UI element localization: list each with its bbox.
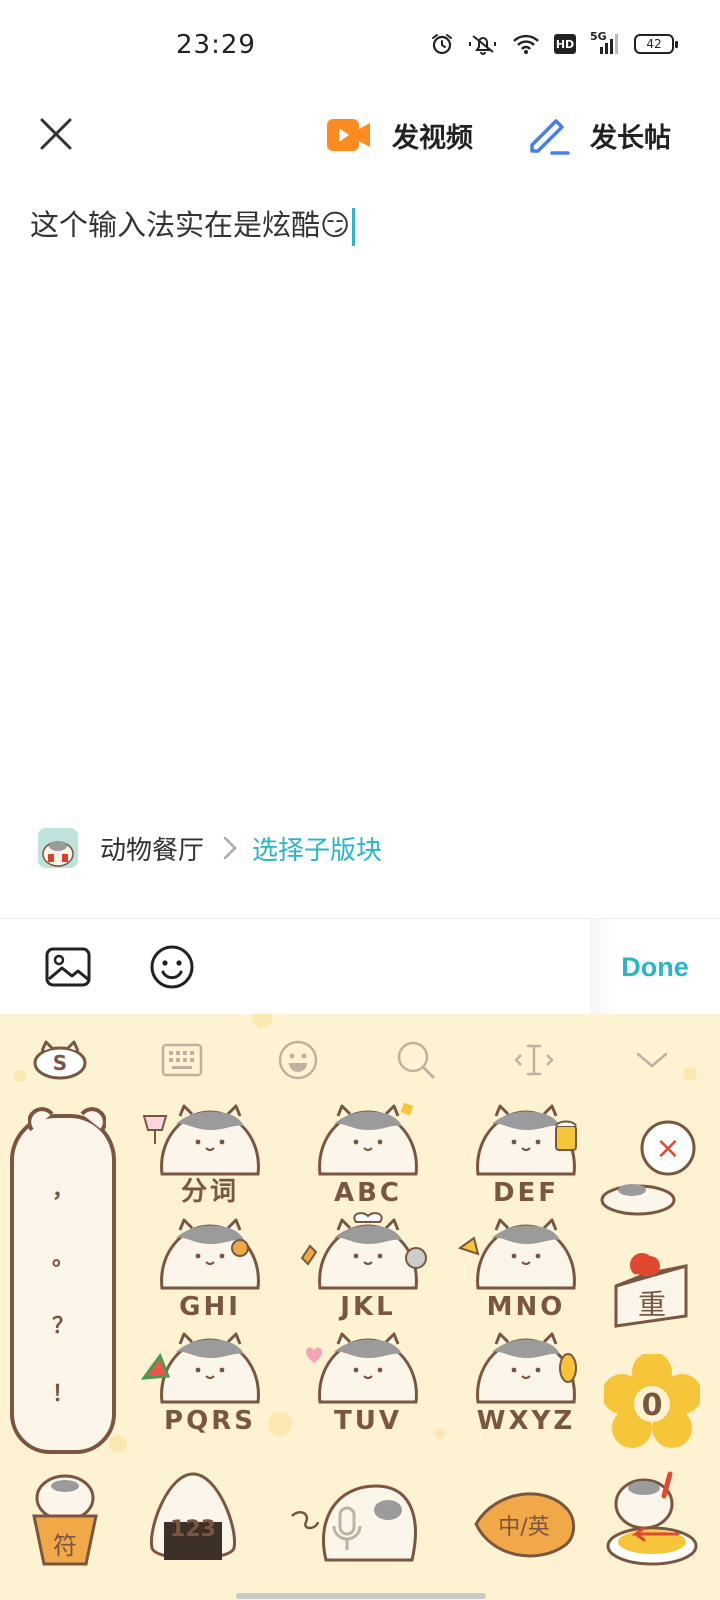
chevron-right-icon xyxy=(222,835,238,861)
home-indicator[interactable] xyxy=(236,1593,486,1599)
numbers-glyph: 123 xyxy=(170,1517,216,1542)
pen-icon xyxy=(530,119,570,155)
key-pqrs[interactable]: PQRS xyxy=(140,1324,280,1436)
enter-key[interactable] xyxy=(602,1464,702,1572)
keyboard-icon xyxy=(161,1043,203,1077)
key-abc[interactable]: ABC xyxy=(298,1096,438,1208)
smiley-icon xyxy=(150,945,194,989)
alarm-icon xyxy=(430,32,454,56)
compose-header: 发视频 发长帖 xyxy=(0,96,720,176)
post-video-label: 发视频 xyxy=(392,122,473,154)
punct-exclaim[interactable]: ！ xyxy=(52,1376,74,1408)
post-long-label: 发长帖 xyxy=(590,122,671,154)
signal-5g-icon: 5G xyxy=(590,30,620,56)
microphone-hamster-icon xyxy=(291,1484,417,1562)
smirk-emoji: 😏 xyxy=(320,208,351,242)
forum-avatar xyxy=(38,828,78,868)
close-icon xyxy=(40,118,72,150)
key-tuv-label: TUV xyxy=(334,1406,402,1436)
symbols-glyph: 符 xyxy=(53,1532,77,1560)
done-area: Done xyxy=(590,919,720,1015)
zero-glyph: 0 xyxy=(642,1388,663,1423)
sogou-logo-icon: S xyxy=(33,1040,87,1080)
status-bar: 23:29 HD 5G 42 xyxy=(0,0,720,96)
egg-flower-icon: 0 xyxy=(604,1354,700,1448)
keyboard-switch-button[interactable] xyxy=(154,1034,210,1086)
collapse-keyboard-button[interactable] xyxy=(624,1034,680,1086)
hd-icon: HD xyxy=(554,34,576,54)
key-split-label: 分词 xyxy=(180,1177,239,1207)
cursor-move-icon xyxy=(514,1044,554,1076)
post-text: 这个输入法实在是炫酷 xyxy=(30,208,321,242)
punct-period[interactable]: 。 xyxy=(52,1240,74,1272)
key-abc-label: ABC xyxy=(333,1178,403,1208)
reenter-glyph: 重 xyxy=(638,1288,666,1321)
battery-icon: 42 xyxy=(634,34,678,54)
punctuation-column: ， 。 ？ ！ xyxy=(10,1107,116,1454)
enter-hamster-icon xyxy=(606,1471,698,1566)
choose-subforum-link[interactable]: 选择子版块 xyxy=(252,830,382,867)
hamster-ears xyxy=(28,1107,106,1132)
key-tuv[interactable]: TUV xyxy=(298,1324,438,1436)
key-def-label: DEF xyxy=(492,1178,560,1208)
key-ghi-label: GHI xyxy=(179,1292,241,1322)
punct-comma[interactable]: ， xyxy=(52,1172,74,1204)
forum-selector[interactable]: 动物餐厅 选择子版块 xyxy=(38,824,382,872)
insert-emoji-button[interactable] xyxy=(146,941,198,993)
post-text-input[interactable]: 这个输入法实在是炫酷😏 xyxy=(30,200,690,800)
rice-ball-icon: 123 xyxy=(149,1472,237,1560)
search-icon xyxy=(397,1041,435,1079)
cursor-move-button[interactable] xyxy=(506,1034,562,1086)
delete-hamster-icon: × xyxy=(600,1120,696,1216)
keyboard-emoji-button[interactable] xyxy=(270,1034,326,1086)
status-time: 23:29 xyxy=(176,30,256,60)
punct-question[interactable]: ？ xyxy=(52,1308,74,1340)
voice-space-key[interactable] xyxy=(286,1470,426,1570)
key-wxyz[interactable]: WXYZ xyxy=(456,1324,596,1436)
keyboard-search-button[interactable] xyxy=(388,1034,444,1086)
key-ghi[interactable]: GHI xyxy=(140,1210,280,1322)
numbers-key[interactable]: 123 xyxy=(142,1468,244,1570)
symbols-key[interactable]: 符 xyxy=(20,1470,110,1570)
key-mno[interactable]: MNO xyxy=(456,1210,596,1322)
text-cursor xyxy=(352,208,356,246)
key-jkl-label: JKL xyxy=(340,1292,396,1322)
post-video-button[interactable]: 发视频 xyxy=(326,110,473,160)
svg-text:S: S xyxy=(53,1051,67,1075)
wifi-icon xyxy=(512,33,540,55)
key-wxyz-label: WXYZ xyxy=(476,1406,576,1436)
reenter-key[interactable]: 重 xyxy=(604,1246,700,1336)
delete-key[interactable]: × xyxy=(596,1118,706,1218)
image-icon xyxy=(45,947,91,987)
chevron-down-icon xyxy=(636,1052,668,1068)
language-glyph: 中/英 xyxy=(498,1515,549,1540)
key-split[interactable]: 分词 xyxy=(140,1096,280,1208)
video-camera-icon xyxy=(327,119,370,151)
post-long-button[interactable]: 发长帖 xyxy=(526,110,671,160)
icecream-cone-icon: 符 xyxy=(32,1474,98,1566)
key-mno-label: MNO xyxy=(486,1292,566,1322)
cake-icon: 重 xyxy=(614,1252,688,1328)
compose-toolbar: Done xyxy=(0,918,720,1015)
mute-icon xyxy=(468,32,498,56)
language-switch-key[interactable]: 中/英 xyxy=(468,1478,578,1570)
insert-image-button[interactable] xyxy=(42,941,94,993)
key-def[interactable]: DEF xyxy=(456,1096,596,1208)
taiyaki-icon: 中/英 xyxy=(474,1492,575,1558)
done-button[interactable]: Done xyxy=(621,952,689,983)
close-button[interactable] xyxy=(34,112,78,156)
keyboard-toolbar: S xyxy=(0,1014,720,1106)
forum-name: 动物餐厅 xyxy=(100,835,205,866)
key-pqrs-label: PQRS xyxy=(164,1406,256,1436)
zero-key[interactable]: 0 xyxy=(604,1354,700,1450)
emoji-icon xyxy=(278,1040,318,1080)
status-icons: HD 5G 42 xyxy=(430,30,678,56)
delete-glyph: × xyxy=(655,1131,680,1166)
key-jkl[interactable]: JKL xyxy=(298,1210,438,1322)
sogou-logo-button[interactable]: S xyxy=(32,1034,88,1086)
